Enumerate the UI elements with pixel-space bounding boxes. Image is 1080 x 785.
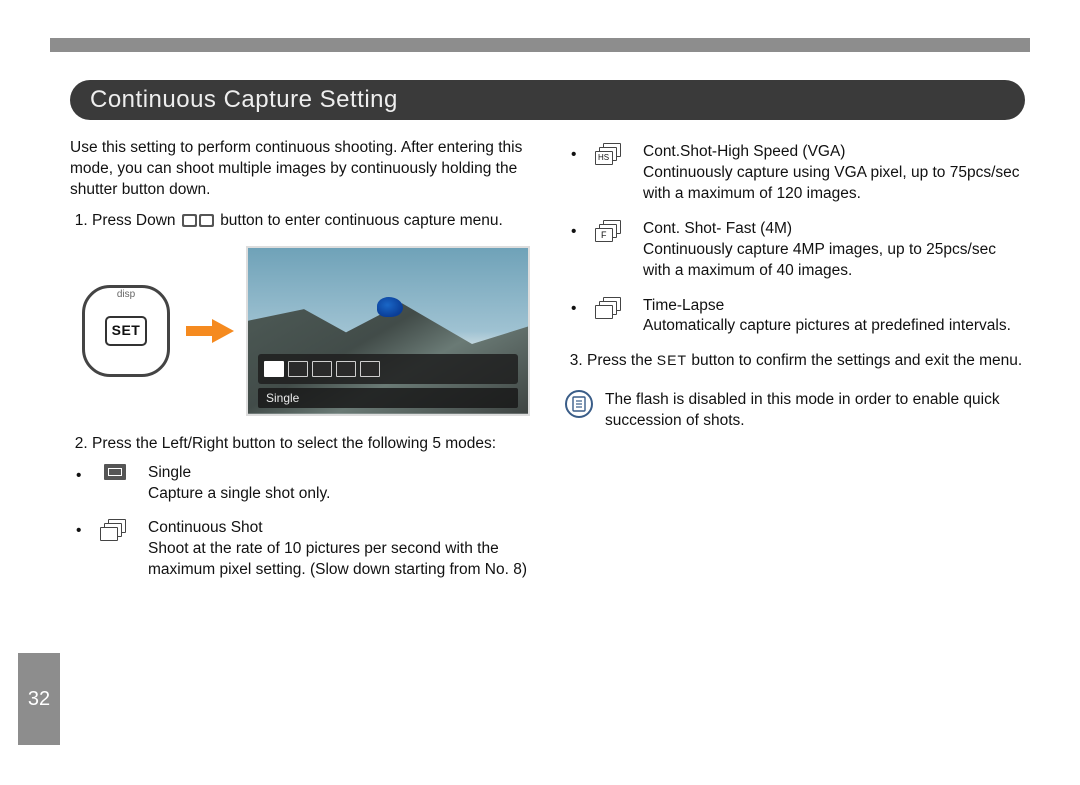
mode-chip xyxy=(336,361,356,377)
down-button-icon xyxy=(182,214,214,227)
mode-desc: Continuously capture 4MP images, up to 2… xyxy=(643,241,996,279)
fast-shot-icon xyxy=(595,220,625,242)
mode-fast: • Cont. Shot- Fast (4M) Continuously cap… xyxy=(571,219,1025,282)
mode-title: Cont. Shot- Fast (4M) xyxy=(643,219,1025,240)
page-number: 32 xyxy=(18,653,60,745)
preview-menu xyxy=(258,354,518,384)
right-column: • Cont.Shot-High Speed (VGA) Continuousl… xyxy=(565,138,1025,595)
diagram: disp SET Single xyxy=(78,246,530,416)
mode-title: Continuous Shot xyxy=(148,518,530,539)
section-title: Continuous Capture Setting xyxy=(70,80,1025,120)
set-text-icon: SET xyxy=(657,352,687,368)
step3-text-a: Press the xyxy=(587,352,652,369)
mode-chip xyxy=(288,361,308,377)
note: The flash is disabled in this mode in or… xyxy=(565,390,1025,432)
mode-desc: Automatically capture pictures at predef… xyxy=(643,317,1011,334)
controller-disp-label: disp xyxy=(117,288,135,302)
camera-preview: Single xyxy=(246,246,530,416)
step-3: Press the SET button to confirm the sett… xyxy=(587,351,1025,372)
mode-desc: Continuously capture using VGA pixel, up… xyxy=(643,164,1020,202)
step3-text-b: button to confirm the settings and exit … xyxy=(691,352,1022,369)
mode-continuous: • Continuous Shot Shoot at the rate of 1… xyxy=(76,518,530,581)
mode-desc: Capture a single shot only. xyxy=(148,485,330,502)
step1-text-b: button to enter continuous capture menu. xyxy=(220,212,503,229)
mode-title: Single xyxy=(148,463,530,484)
mode-timelapse: • Time-Lapse Automatically capture pictu… xyxy=(571,296,1025,338)
top-bar xyxy=(50,38,1030,52)
continuous-shot-icon xyxy=(100,519,130,541)
note-icon xyxy=(565,390,593,418)
controller-set-label: SET xyxy=(105,316,147,346)
high-speed-icon xyxy=(595,143,625,165)
mode-title: Time-Lapse xyxy=(643,296,1025,317)
mode-desc: Shoot at the rate of 10 pictures per sec… xyxy=(148,540,527,578)
step-2: Press the Left/Right button to select th… xyxy=(92,434,530,455)
page-content: Continuous Capture Setting Use this sett… xyxy=(70,80,1025,765)
mode-chip xyxy=(312,361,332,377)
mode-chip-selected xyxy=(264,361,284,377)
left-column: Use this setting to perform continuous s… xyxy=(70,138,530,595)
controller-icon: disp SET xyxy=(78,281,174,381)
step1-text-a: Press Down xyxy=(92,212,176,229)
mode-high-speed: • Cont.Shot-High Speed (VGA) Continuousl… xyxy=(571,142,1025,205)
intro-text: Use this setting to perform continuous s… xyxy=(70,138,530,201)
mode-chip xyxy=(360,361,380,377)
time-lapse-icon xyxy=(595,297,625,319)
note-text: The flash is disabled in this mode in or… xyxy=(605,390,1025,432)
step-1: Press Down button to enter continuous ca… xyxy=(92,211,530,232)
single-shot-icon xyxy=(104,464,126,480)
mode-single: • Single Capture a single shot only. xyxy=(76,463,530,505)
bird-icon xyxy=(377,297,403,317)
arrow-right-icon xyxy=(186,319,234,343)
preview-label: Single xyxy=(258,388,518,408)
mode-title: Cont.Shot-High Speed (VGA) xyxy=(643,142,1025,163)
